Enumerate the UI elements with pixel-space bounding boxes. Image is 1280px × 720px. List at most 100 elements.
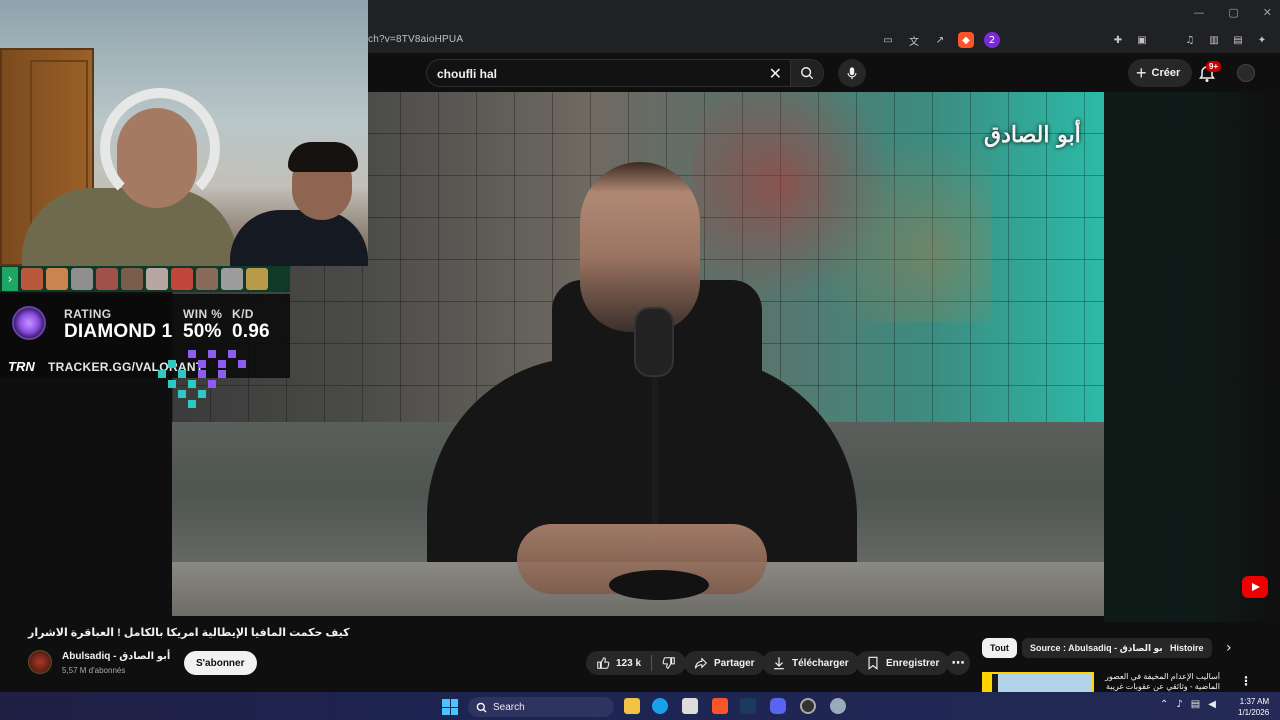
- agent-portrait: [46, 268, 68, 290]
- save-button[interactable]: Enregistrer: [856, 651, 950, 675]
- create-button[interactable]: + Créer: [1128, 59, 1193, 87]
- webcam-overlay: [0, 0, 368, 266]
- volume-icon[interactable]: ◀: [1208, 699, 1216, 710]
- search-input[interactable]: choufli hal ✕: [426, 59, 792, 87]
- rating-label: RATING: [64, 307, 112, 321]
- steam-icon[interactable]: [740, 698, 756, 714]
- microphone-icon: [847, 67, 857, 80]
- rank-value: DIAMOND 1: [64, 321, 173, 342]
- download-label: Télécharger: [792, 657, 849, 669]
- search-icon: [801, 67, 814, 80]
- screenshot-icon[interactable]: ▣: [1134, 32, 1150, 48]
- create-label: Créer: [1151, 67, 1181, 79]
- clock-time: 1:37 AM: [1239, 697, 1270, 706]
- chevron-right-icon[interactable]: ›: [1226, 640, 1232, 656]
- chip-all[interactable]: Tout: [982, 638, 1017, 658]
- recommended-video-thumbnail[interactable]: [982, 672, 1094, 692]
- agent-portrait: [221, 268, 243, 290]
- thumbs-up-icon[interactable]: [596, 656, 610, 670]
- minimize-button[interactable]: —: [1193, 6, 1204, 19]
- search-button[interactable]: [790, 59, 824, 87]
- plus-icon: +: [1136, 63, 1147, 83]
- kd-label: K/D: [232, 307, 254, 321]
- voice-search-button[interactable]: [838, 59, 866, 87]
- agent-portrait: [246, 268, 268, 290]
- headphones: [100, 88, 220, 208]
- bookmark-icon: [868, 656, 878, 670]
- search-query[interactable]: choufli hal: [437, 67, 497, 81]
- tray-mic-icon[interactable]: ♪: [1176, 699, 1182, 710]
- sidebar-icon[interactable]: ▥: [1206, 32, 1222, 48]
- maximize-button[interactable]: ▢: [1228, 6, 1238, 19]
- streamer-left: [22, 88, 237, 266]
- window-controls: — ▢ ✕: [1193, 6, 1272, 19]
- translate-icon[interactable]: 文: [906, 32, 922, 48]
- share-button[interactable]: Partager: [684, 651, 765, 675]
- clear-search-icon[interactable]: ✕: [769, 64, 782, 83]
- tray-overflow-icon[interactable]: ⌃: [1160, 699, 1168, 710]
- agent-portrait: [146, 268, 168, 290]
- notification-count-badge: 9+: [1206, 61, 1222, 72]
- youtube-subscribe-watermark-icon[interactable]: [1242, 576, 1268, 598]
- like-count[interactable]: 123 k: [616, 658, 641, 669]
- windows-taskbar: [0, 692, 1280, 720]
- extensions-icon[interactable]: ✚: [1110, 32, 1126, 48]
- agent-strip: ›: [0, 266, 290, 292]
- edge-icon[interactable]: [652, 698, 668, 714]
- taskbar-clock[interactable]: 1:37 AM 1/1/2026: [1238, 696, 1269, 718]
- agent-portrait: [196, 268, 218, 290]
- music-icon[interactable]: ♫: [1182, 32, 1198, 48]
- clock-date: 1/1/2026: [1238, 708, 1270, 717]
- chip-source[interactable]: Source : Abulsadiq - أبو الصادق: [1022, 638, 1174, 658]
- diamond-rank-icon: [12, 306, 46, 340]
- pixel-wave-decoration: [158, 350, 246, 408]
- windows-start-icon[interactable]: [442, 699, 458, 715]
- video-title: كيف حكمت المافيا الإيطالية امريكا بالكام…: [28, 627, 350, 639]
- cast-icon[interactable]: ▭: [880, 32, 896, 48]
- brave-rewards-icon[interactable]: 2: [984, 32, 1000, 48]
- brave-shield-icon[interactable]: ◆: [958, 32, 974, 48]
- thumbs-down-icon[interactable]: [662, 656, 676, 670]
- streamer-right: [230, 140, 368, 266]
- chip-history[interactable]: Histoire: [1162, 638, 1212, 658]
- channel-name[interactable]: Abulsadiq - أبو الصادق: [62, 651, 170, 662]
- download-icon: [774, 657, 784, 670]
- chevron-right-icon: ›: [2, 267, 18, 291]
- presenter-head: [580, 162, 700, 332]
- address-bar-actions: ▭ 文 ↗ ◆ 2: [880, 32, 1000, 48]
- network-icon[interactable]: ▤: [1191, 699, 1200, 710]
- taskbar-search[interactable]: Search: [468, 697, 614, 717]
- play-icon: [1252, 583, 1260, 591]
- taskbar-search-label: Search: [493, 701, 525, 713]
- discord-icon[interactable]: [770, 698, 786, 714]
- recommended-more-icon[interactable]: ⋮: [1240, 674, 1252, 688]
- wallet-icon[interactable]: ▤: [1230, 32, 1246, 48]
- save-label: Enregistrer: [886, 657, 940, 669]
- url-text[interactable]: ch?v=8TV8aioHPUA: [368, 34, 463, 45]
- like-divider: [651, 655, 653, 671]
- brave-icon[interactable]: [712, 698, 728, 714]
- agent-portrait: [171, 268, 193, 290]
- settings-gear-icon[interactable]: [830, 698, 846, 714]
- system-tray: ⌃ ♪ ▤ ◀: [1160, 699, 1216, 710]
- download-button[interactable]: Télécharger: [762, 651, 859, 675]
- more-actions-button[interactable]: ⋯: [946, 651, 970, 675]
- trn-logo: TRN: [8, 359, 35, 374]
- file-explorer-icon[interactable]: [624, 698, 640, 714]
- agent-portrait: [71, 268, 93, 290]
- leo-icon[interactable]: ✦: [1254, 32, 1270, 48]
- recommended-video-title[interactable]: أساليب الإعدام المخيفة في العصور الماضية…: [1100, 672, 1220, 692]
- github-icon[interactable]: [800, 698, 816, 714]
- channel-avatar[interactable]: [28, 650, 52, 674]
- agent-portrait: [96, 268, 118, 290]
- subscribe-button[interactable]: S'abonner: [184, 651, 257, 675]
- podcast-microphone: [634, 307, 674, 377]
- store-icon[interactable]: [682, 698, 698, 714]
- close-window-button[interactable]: ✕: [1263, 6, 1272, 19]
- mic-base: [609, 570, 709, 600]
- account-avatar[interactable]: [1237, 64, 1255, 82]
- search-icon: [476, 702, 487, 712]
- share-icon[interactable]: ↗: [932, 32, 948, 48]
- channel-logo-watermark: أبو الصادق: [984, 122, 1081, 148]
- ambient-glow: [1104, 92, 1280, 622]
